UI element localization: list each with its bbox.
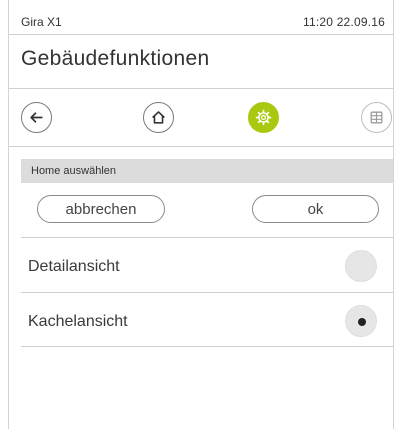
back-arrow-icon <box>30 112 43 123</box>
back-button[interactable] <box>21 102 52 133</box>
option-detailansicht-radio[interactable] <box>345 250 377 282</box>
home-button[interactable] <box>143 102 174 133</box>
divider <box>21 292 393 293</box>
device-name: Gira X1 <box>21 15 62 29</box>
home-icon <box>152 111 165 124</box>
status-bar: Gira X1 11:20 22.09.16 <box>9 0 393 35</box>
divider <box>21 346 393 347</box>
option-detailansicht-label[interactable]: Detailansicht <box>28 258 120 276</box>
cancel-button[interactable]: abbrechen <box>37 195 165 223</box>
ok-button[interactable]: ok <box>252 195 379 223</box>
page-title: Gebäudefunktionen <box>21 47 210 70</box>
settings-gear-icon <box>255 109 272 126</box>
section-header: Home auswählen <box>21 159 393 183</box>
clock-date: 11:20 22.09.16 <box>303 15 385 29</box>
option-kachelansicht-radio[interactable] <box>345 305 377 337</box>
divider <box>21 237 393 238</box>
app-frame: Gira X1 11:20 22.09.16 Gebäudefunktionen <box>8 0 394 429</box>
option-kachelansicht-label[interactable]: Kachelansicht <box>28 313 128 331</box>
radio-selected-dot <box>358 318 366 326</box>
settings-button[interactable] <box>248 102 279 133</box>
nav-bar <box>9 88 393 147</box>
grid-tiles-icon <box>370 111 383 124</box>
grid-button[interactable] <box>361 102 392 133</box>
